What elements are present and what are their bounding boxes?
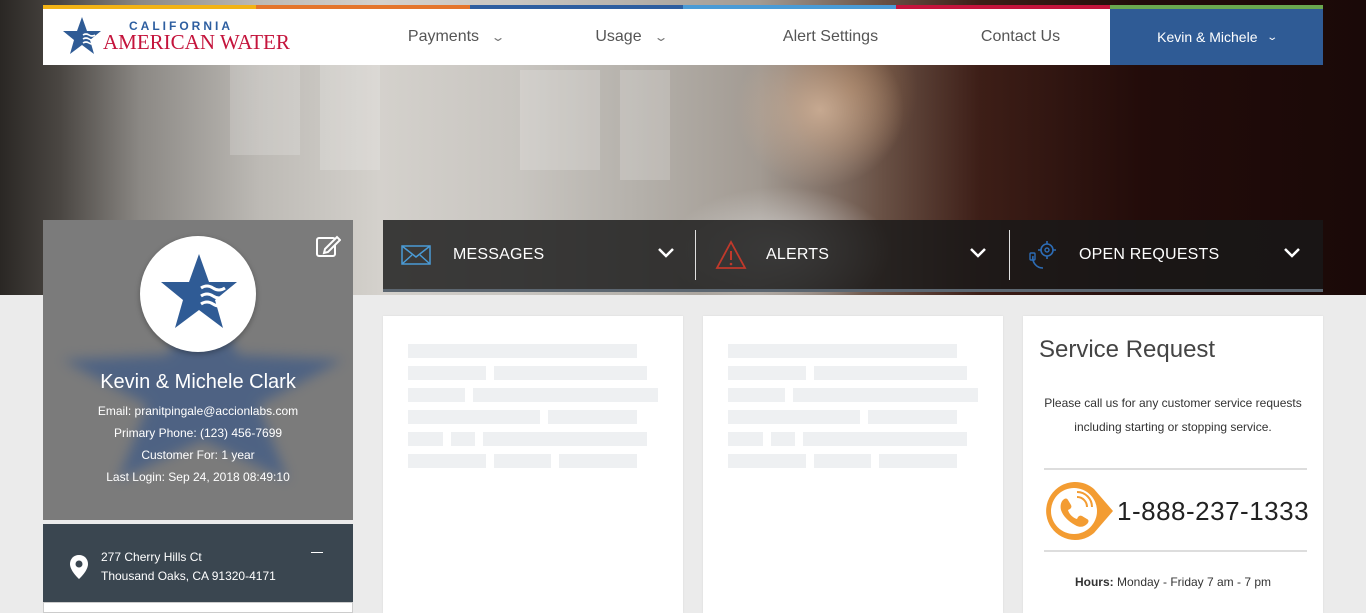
skeleton-line	[771, 432, 795, 446]
chevron-down-icon	[1284, 248, 1300, 258]
skeleton-line	[879, 454, 957, 468]
profile-phone: Primary Phone: (123) 456-7699	[113, 426, 283, 440]
profile-customer-for: Customer For: 1 year	[141, 448, 255, 462]
loading-card	[703, 316, 1003, 613]
chevron-down-icon: ⌄	[653, 30, 669, 44]
hours-label: Hours:	[1074, 575, 1114, 589]
chevron-down-icon: ⌄	[1265, 31, 1278, 43]
skeleton-line	[728, 432, 763, 446]
user-menu-label: Kevin & Michele	[1157, 29, 1258, 45]
user-menu[interactable]: Kevin & Michele ⌄	[1110, 9, 1323, 65]
service-address[interactable]: 277 Cherry Hills Ct Thousand Oaks, CA 91…	[43, 524, 353, 602]
star-logo-icon	[63, 17, 101, 54]
service-request-card: Service Request Please call us for any c…	[1023, 316, 1323, 613]
skeleton-line	[408, 366, 486, 380]
notifications-bar: MESSAGES ALERTS OPEN REQUESTS	[383, 220, 1323, 292]
profile-last-login: Last Login: Sep 24, 2018 08:49:10	[106, 470, 290, 484]
skeleton-line	[814, 366, 967, 380]
skeleton-line	[814, 454, 871, 468]
tab-divider	[695, 230, 696, 280]
star-logo-icon	[161, 254, 237, 328]
service-hours: Hours: Monday - Friday 7 am - 7 pm	[1039, 575, 1307, 589]
next-panel	[43, 602, 353, 613]
top-navigation: CALIFORNIA AMERICAN WATER Payments ⌄ Usa…	[43, 5, 1323, 65]
skeleton-line	[728, 344, 957, 358]
tab-alerts[interactable]: ALERTS	[715, 220, 1010, 289]
phone-icon	[1046, 481, 1113, 540]
avatar	[140, 236, 256, 352]
company-logo[interactable]: CALIFORNIA AMERICAN WATER	[61, 15, 301, 57]
nav-contact-us-label: Contact Us	[980, 28, 1061, 45]
skeleton-line	[408, 388, 465, 402]
skeleton-line	[559, 454, 637, 468]
service-phone-number[interactable]: 1-888-237-1333	[1117, 496, 1309, 527]
skeleton-line	[793, 388, 978, 402]
hours-value: Monday - Friday 7 am - 7 pm	[1113, 575, 1272, 589]
profile-card: Kevin & Michele Clark Email: pranitpinga…	[43, 220, 353, 520]
nav-alert-settings-label: Alert Settings	[782, 28, 879, 45]
divider	[1044, 468, 1307, 470]
nav-usage-label: Usage	[595, 28, 642, 45]
skeleton-line	[494, 366, 647, 380]
collapse-icon[interactable]	[311, 552, 323, 553]
address-line-2: Thousand Oaks, CA 91320-4171	[101, 569, 276, 583]
skeleton-line	[494, 454, 551, 468]
profile-name: Kevin & Michele Clark	[100, 371, 296, 393]
tab-open-requests-label: OPEN REQUESTS	[1079, 245, 1220, 263]
nav-contact-us[interactable]: Contact Us	[943, 9, 1098, 65]
skeleton-line	[408, 454, 486, 468]
skeleton-line	[803, 432, 967, 446]
service-request-text-1: Please call us for any customer service …	[1044, 396, 1302, 410]
profile-email: Email: pranitpingale@accionlabs.com	[97, 404, 299, 418]
nav-payments-label: Payments	[407, 28, 480, 45]
skeleton-line	[548, 410, 637, 424]
logo-line-2: AMERICAN WATER	[103, 30, 290, 54]
tab-open-requests[interactable]: OPEN REQUESTS	[1029, 220, 1323, 289]
skeleton-line	[728, 410, 860, 424]
skeleton-line	[728, 388, 785, 402]
tab-messages[interactable]: MESSAGES	[401, 220, 696, 289]
skeleton-line	[483, 432, 647, 446]
divider	[1044, 550, 1307, 552]
location-pin-icon	[70, 555, 88, 579]
nav-usage[interactable]: Usage ⌄	[563, 9, 698, 65]
skeleton-line	[408, 344, 637, 358]
envelope-icon	[401, 244, 431, 265]
skeleton-line	[473, 388, 658, 402]
edit-icon[interactable]	[315, 233, 341, 259]
chevron-down-icon: ⌄	[490, 30, 506, 44]
chevron-down-icon	[658, 248, 674, 258]
gear-headset-icon	[1029, 240, 1056, 269]
tab-alerts-label: ALERTS	[766, 245, 830, 263]
chevron-down-icon	[970, 248, 986, 258]
service-request-title: Service Request	[1039, 336, 1216, 363]
alert-triangle-icon	[715, 239, 747, 269]
tab-messages-label: MESSAGES	[453, 245, 545, 263]
skeleton-line	[868, 410, 957, 424]
skeleton-line	[408, 410, 540, 424]
tab-divider	[1009, 230, 1010, 280]
skeleton-line	[728, 366, 806, 380]
nav-payments[interactable]: Payments ⌄	[363, 9, 548, 65]
service-request-text-2: including starting or stopping service.	[1074, 420, 1272, 434]
skeleton-line	[451, 432, 475, 446]
skeleton-line	[728, 454, 806, 468]
skeleton-line	[408, 432, 443, 446]
nav-alert-settings[interactable]: Alert Settings	[743, 9, 918, 65]
address-line-1: 277 Cherry Hills Ct	[101, 550, 202, 564]
loading-card	[383, 316, 683, 613]
